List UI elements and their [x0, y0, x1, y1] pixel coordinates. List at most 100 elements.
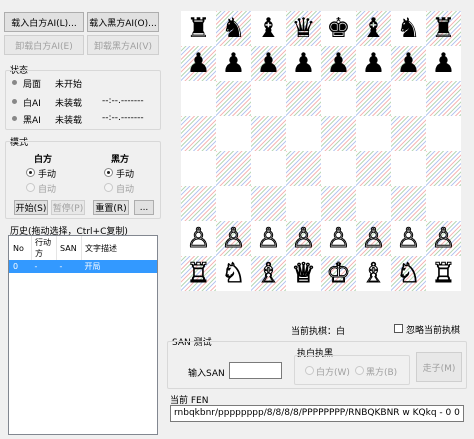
pause-button[interactable]: 暂停(P) [51, 200, 85, 215]
chess-piece[interactable]: ♟ [356, 46, 391, 81]
chess-piece[interactable]: ♝ [251, 11, 286, 46]
board-square[interactable]: ♟ [251, 46, 286, 81]
board-square[interactable] [181, 81, 216, 116]
fen-field[interactable]: rnbqkbnr/pppppppp/8/8/8/8/PPPPPPPP/RNBQK… [170, 405, 464, 422]
history-col-san[interactable]: SAN [56, 236, 82, 260]
board-square[interactable]: ♘ [216, 256, 251, 291]
board-square[interactable]: ♖ [181, 256, 216, 291]
board-square[interactable]: ♗ [356, 256, 391, 291]
chess-piece[interactable]: ♟ [181, 46, 216, 81]
chess-piece[interactable]: ♙ [426, 221, 461, 256]
board-square[interactable]: ♟ [391, 46, 426, 81]
more-button[interactable]: ... [134, 200, 154, 215]
board-square[interactable] [356, 151, 391, 186]
board-square[interactable]: ♝ [356, 11, 391, 46]
chess-board[interactable]: ♜ ♞ ♝ ♛ ♚ ♝ ♞ ♜ ♟ ♟ ♟ ♟ ♟ ♟ ♟ ♟ ♙ ♙ ♙ ♙ ♙ ♙ ♙ ♙ ♖ ♘ ♗ ♕ ♔ ♗ ♘ ♖ [181, 11, 461, 291]
chess-piece[interactable]: ♔ [321, 256, 356, 291]
board-square[interactable]: ♞ [391, 11, 426, 46]
board-square[interactable]: ♝ [251, 11, 286, 46]
chess-piece[interactable]: ♟ [426, 46, 461, 81]
board-square[interactable] [391, 81, 426, 116]
unload-black-ai-button[interactable]: 卸载黑方AI(V) [87, 35, 159, 55]
chess-piece[interactable]: ♟ [321, 46, 356, 81]
history-list[interactable]: No 行动方 SAN 文字描述 0 - - 开局 [8, 235, 158, 435]
board-square[interactable] [426, 186, 461, 221]
board-square[interactable]: ♙ [356, 221, 391, 256]
ignore-turn-checkbox[interactable] [394, 324, 403, 333]
board-square[interactable] [181, 116, 216, 151]
chess-piece[interactable]: ♙ [286, 221, 321, 256]
chess-piece[interactable]: ♚ [321, 11, 356, 46]
white-auto-radio[interactable] [26, 183, 35, 192]
board-square[interactable]: ♚ [321, 11, 356, 46]
board-square[interactable]: ♟ [321, 46, 356, 81]
exec-white-radio[interactable] [305, 366, 314, 375]
board-square[interactable] [286, 186, 321, 221]
board-square[interactable]: ♟ [181, 46, 216, 81]
board-square[interactable]: ♖ [426, 256, 461, 291]
chess-piece[interactable]: ♘ [391, 256, 426, 291]
board-square[interactable] [391, 116, 426, 151]
history-col-side[interactable]: 行动方 [31, 236, 57, 260]
board-square[interactable] [391, 151, 426, 186]
chess-piece[interactable]: ♜ [181, 11, 216, 46]
board-square[interactable] [181, 186, 216, 221]
board-square[interactable] [286, 151, 321, 186]
black-manual-radio[interactable] [104, 168, 113, 177]
board-square[interactable] [321, 116, 356, 151]
board-square[interactable]: ♙ [391, 221, 426, 256]
load-white-ai-button[interactable]: 载入白方AI(L)... [4, 12, 84, 32]
board-square[interactable]: ♜ [426, 11, 461, 46]
chess-piece[interactable]: ♙ [391, 221, 426, 256]
board-square[interactable]: ♟ [356, 46, 391, 81]
chess-piece[interactable]: ♘ [216, 256, 251, 291]
board-square[interactable] [286, 81, 321, 116]
board-square[interactable] [356, 186, 391, 221]
chess-piece[interactable]: ♙ [356, 221, 391, 256]
chess-piece[interactable]: ♟ [251, 46, 286, 81]
chess-piece[interactable]: ♙ [251, 221, 286, 256]
history-col-no[interactable]: No [9, 236, 32, 260]
board-square[interactable]: ♔ [321, 256, 356, 291]
board-square[interactable]: ♙ [181, 221, 216, 256]
start-button[interactable]: 开始(S) [14, 200, 48, 215]
table-row[interactable]: 0 - - 开局 [9, 260, 157, 273]
board-square[interactable]: ♟ [286, 46, 321, 81]
board-square[interactable] [426, 81, 461, 116]
board-square[interactable] [321, 81, 356, 116]
board-square[interactable]: ♙ [321, 221, 356, 256]
board-square[interactable]: ♟ [216, 46, 251, 81]
chess-piece[interactable]: ♖ [181, 256, 216, 291]
chess-piece[interactable]: ♙ [181, 221, 216, 256]
load-black-ai-button[interactable]: 载入黑方AI(O)... [87, 12, 159, 32]
board-square[interactable]: ♞ [216, 11, 251, 46]
board-square[interactable] [251, 116, 286, 151]
board-square[interactable] [251, 81, 286, 116]
history-col-desc[interactable]: 文字描述 [82, 236, 158, 260]
board-square[interactable]: ♘ [391, 256, 426, 291]
board-square[interactable] [286, 116, 321, 151]
board-square[interactable] [216, 81, 251, 116]
board-square[interactable] [356, 81, 391, 116]
chess-piece[interactable]: ♙ [216, 221, 251, 256]
unload-white-ai-button[interactable]: 卸载白方AI(E) [4, 35, 84, 55]
board-square[interactable]: ♙ [426, 221, 461, 256]
chess-piece[interactable]: ♗ [356, 256, 391, 291]
board-square[interactable] [391, 186, 426, 221]
chess-piece[interactable]: ♟ [286, 46, 321, 81]
board-square[interactable]: ♗ [251, 256, 286, 291]
san-input[interactable] [229, 362, 282, 379]
white-manual-radio[interactable] [26, 168, 35, 177]
board-square[interactable]: ♙ [286, 221, 321, 256]
black-auto-radio[interactable] [104, 183, 113, 192]
chess-piece[interactable]: ♝ [356, 11, 391, 46]
chess-piece[interactable]: ♜ [426, 11, 461, 46]
chess-piece[interactable]: ♗ [251, 256, 286, 291]
board-square[interactable] [216, 151, 251, 186]
board-square[interactable]: ♛ [286, 11, 321, 46]
board-square[interactable] [251, 151, 286, 186]
board-square[interactable]: ♕ [286, 256, 321, 291]
board-square[interactable] [426, 151, 461, 186]
board-square[interactable] [181, 151, 216, 186]
board-square[interactable] [321, 186, 356, 221]
